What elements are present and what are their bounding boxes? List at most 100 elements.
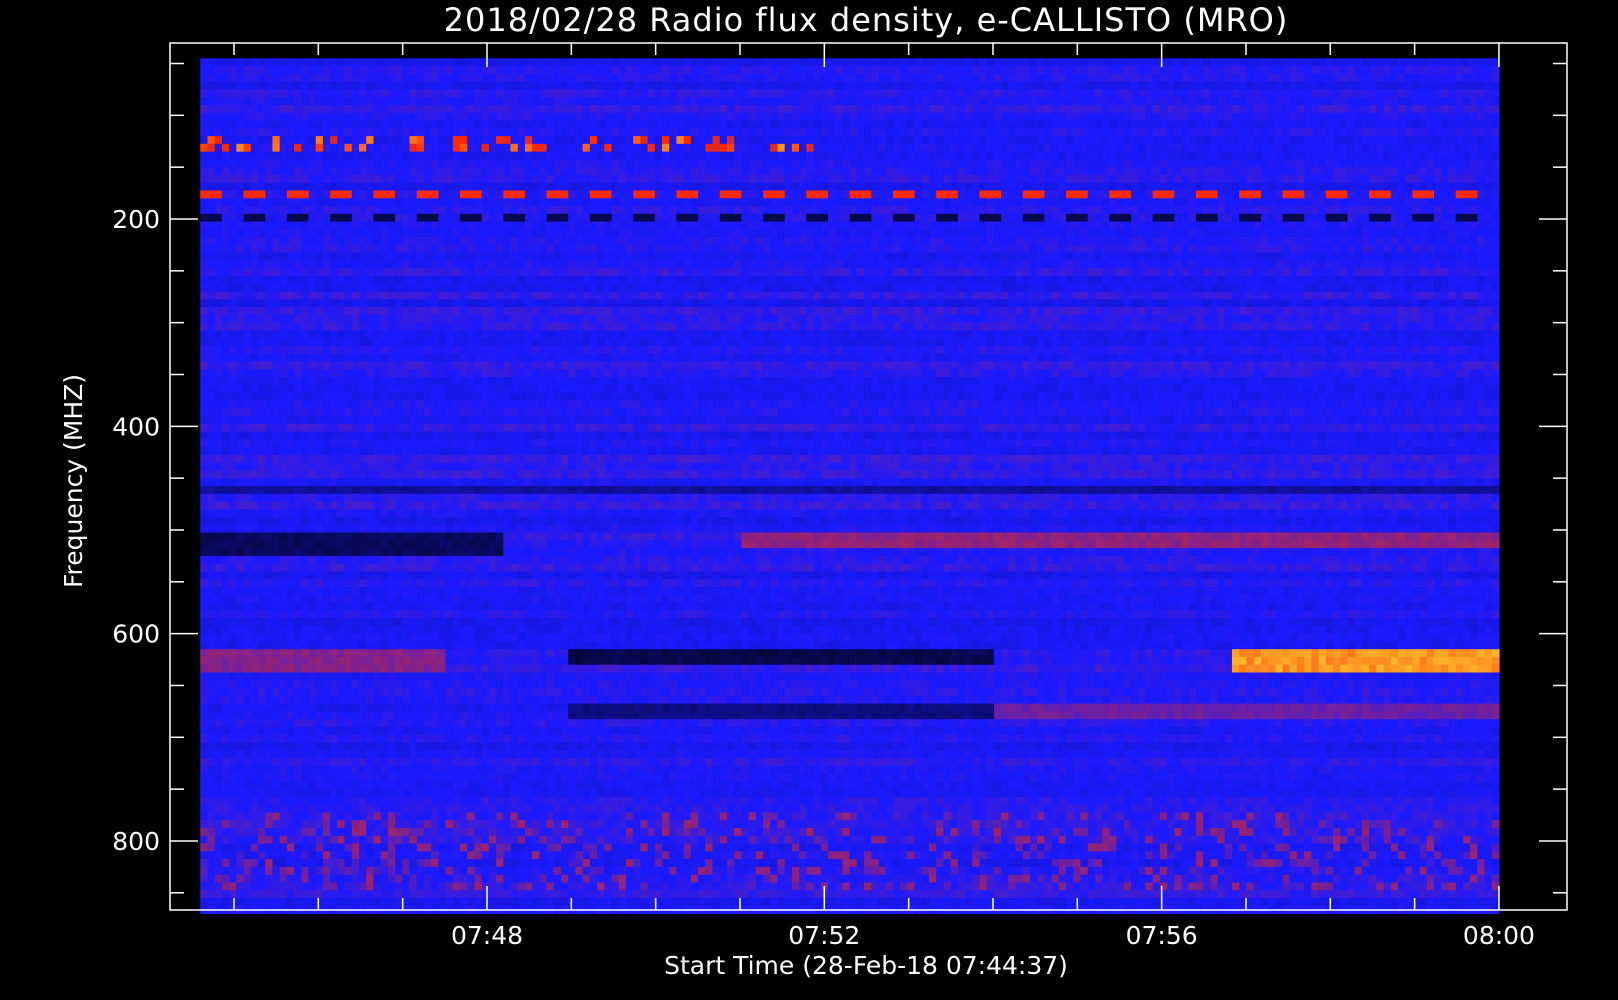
heatmap-cell (524, 136, 533, 145)
heatmap-cell (820, 128, 829, 137)
heatmap-cell (1015, 221, 1024, 230)
heatmap-cell (243, 182, 252, 192)
heatmap-cell (524, 206, 533, 215)
heatmap-cell (488, 190, 497, 199)
heatmap-cell (1296, 190, 1305, 199)
heatmap-cell (1159, 143, 1168, 153)
heatmap-cell (936, 159, 945, 168)
heatmap-cell (1210, 58, 1219, 67)
heatmap-cell (1037, 213, 1046, 223)
heatmap-cell (1253, 58, 1262, 67)
heatmap-cell (914, 221, 923, 230)
heatmap-cell (1462, 260, 1471, 269)
heatmap-cell (618, 237, 627, 246)
heatmap-cell (1253, 89, 1262, 98)
heatmap-cell (351, 58, 360, 67)
heatmap-cell (589, 260, 598, 269)
heatmap-cell (1304, 112, 1312, 122)
heatmap-cell (1217, 120, 1226, 129)
heatmap-cell (1066, 190, 1074, 199)
heatmap-cell (1174, 237, 1183, 246)
heatmap-cell (431, 89, 439, 98)
heatmap-cell (1462, 120, 1471, 129)
heatmap-cell (928, 97, 937, 106)
heatmap-cell (669, 182, 678, 192)
heatmap-cell (1405, 260, 1413, 269)
heatmap-cell (1001, 190, 1009, 199)
heatmap-cell (1152, 221, 1161, 230)
heatmap-cell (1001, 120, 1009, 129)
heatmap-cell (517, 174, 526, 184)
heatmap-cell (387, 112, 396, 122)
heatmap-cell (669, 198, 678, 207)
heatmap-cell (1087, 268, 1096, 277)
heatmap-cell (618, 159, 627, 168)
heatmap-cell (625, 112, 634, 122)
heatmap-cell (416, 244, 425, 254)
heatmap-cell (1058, 198, 1067, 207)
heatmap-cell (957, 66, 966, 75)
heatmap-cell (755, 268, 764, 277)
heatmap-cell (1087, 182, 1096, 192)
heatmap-cell (1145, 182, 1154, 192)
heatmap-cell (1340, 112, 1349, 122)
heatmap-cell (892, 128, 901, 137)
heatmap-cell (1455, 213, 1464, 223)
heatmap-cell (1167, 244, 1175, 254)
heatmap-cell (1491, 182, 1500, 192)
heatmap-cell (871, 206, 880, 215)
heatmap-cell (279, 58, 288, 67)
heatmap-cell (849, 81, 858, 91)
heatmap-cell (344, 198, 353, 207)
heatmap-cell (467, 221, 476, 230)
heatmap-cell (1195, 252, 1204, 262)
heatmap-cell (1397, 89, 1406, 98)
heatmap-cell (972, 81, 981, 91)
heatmap-cell (366, 73, 375, 83)
heatmap-cell (488, 244, 497, 254)
heatmap-cell (1491, 221, 1500, 230)
heatmap-cell (1131, 174, 1139, 184)
heatmap-cell (1340, 244, 1349, 254)
heatmap-cell (856, 221, 865, 230)
heatmap-cell (330, 159, 338, 168)
heatmap-cell (856, 120, 865, 129)
heatmap-cell (250, 143, 259, 153)
heatmap-cell (892, 252, 901, 262)
heatmap-cell (914, 190, 923, 199)
heatmap-cell (214, 151, 223, 160)
heatmap-cell (366, 81, 375, 91)
heatmap-cell (1419, 89, 1428, 98)
heatmap-cell (1109, 104, 1118, 114)
heatmap-cell (423, 229, 432, 238)
heatmap-cell (445, 143, 454, 153)
heatmap-cell (474, 198, 483, 207)
heatmap-cell (503, 167, 512, 176)
heatmap-cell (1051, 58, 1060, 67)
heatmap-cell (1109, 244, 1118, 254)
heatmap-cell (871, 174, 880, 184)
heatmap-cell (1289, 81, 1298, 91)
heatmap-cell (640, 97, 649, 106)
heatmap-cell (748, 104, 757, 114)
heatmap-cell (950, 151, 959, 160)
heatmap-cell (690, 174, 699, 184)
heatmap-cell (849, 66, 858, 75)
heatmap-cell (1470, 167, 1478, 176)
heatmap-cell (452, 198, 461, 207)
heatmap-cell (1340, 159, 1349, 168)
heatmap-cell (1347, 167, 1356, 176)
heatmap-cell (517, 120, 526, 129)
heatmap-cell (1138, 213, 1147, 223)
heatmap-cell (568, 58, 577, 67)
heatmap-cell (907, 143, 916, 153)
heatmap-cell (575, 167, 584, 176)
heatmap-cell (712, 143, 721, 153)
heatmap-cell (510, 229, 519, 238)
heatmap-cell (546, 159, 555, 168)
heatmap-cell (726, 151, 735, 160)
heatmap-cell (1224, 167, 1233, 176)
heatmap-cell (1123, 182, 1132, 192)
heatmap-cell (1094, 268, 1103, 277)
heatmap-cell (1232, 229, 1240, 238)
